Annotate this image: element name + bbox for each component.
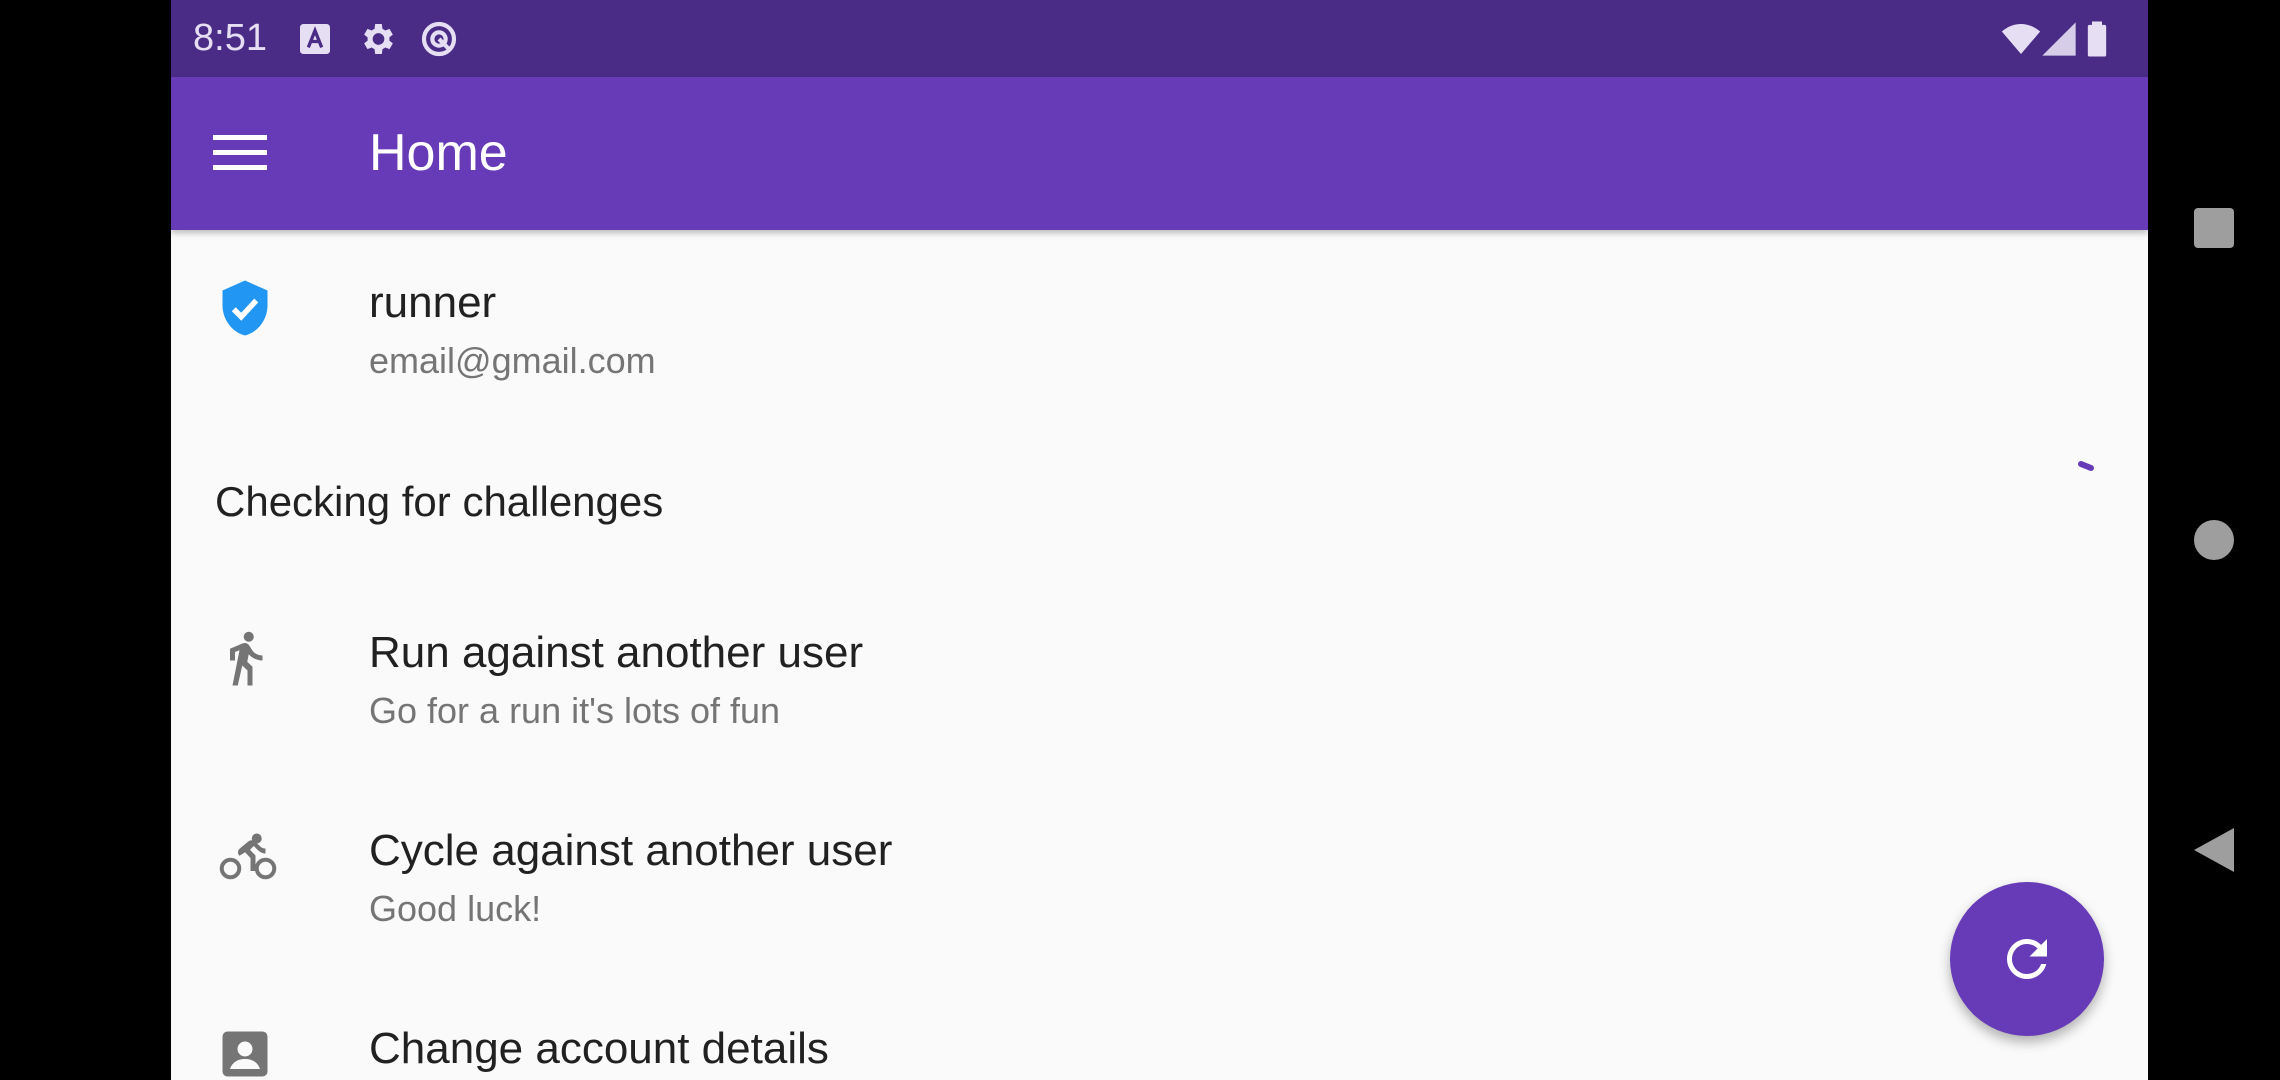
- cellular-icon: [2039, 19, 2079, 59]
- status-time: 8:51: [193, 17, 267, 59]
- menu-button[interactable]: [205, 118, 275, 188]
- loading-spinner: [2051, 442, 2111, 502]
- sync-icon: [419, 19, 459, 59]
- challenge-status-text: Checking for challenges: [215, 478, 664, 525]
- app-screen: 8:51 Home runner email@gmail.com Checkin…: [171, 0, 2148, 1080]
- account-username: runner: [369, 278, 497, 327]
- refresh-icon: [2007, 939, 2047, 979]
- system-nav-bar: [2148, 0, 2280, 1080]
- run-challenge-subtitle: Go for a run it's lots of fun: [369, 690, 781, 731]
- account-box-icon: [215, 1024, 275, 1080]
- cycle-challenge-subtitle: Good luck!: [369, 888, 542, 929]
- home-circle-icon: [2194, 520, 2234, 560]
- home-button[interactable]: [2184, 510, 2244, 570]
- recents-button[interactable]: [2184, 198, 2244, 258]
- account-email: email@gmail.com: [369, 340, 656, 381]
- back-button[interactable]: [2184, 820, 2244, 880]
- page-title: Home: [369, 124, 508, 182]
- change-account-title: Change account details: [369, 1024, 829, 1073]
- status-bar: 8:51: [171, 0, 2148, 77]
- refresh-button[interactable]: [1950, 882, 2104, 1036]
- settings-icon: [357, 19, 397, 59]
- menu-icon: [213, 135, 267, 170]
- battery-icon: [2077, 19, 2117, 59]
- run-challenge-title: Run against another user: [369, 628, 864, 677]
- recents-icon: [2194, 208, 2234, 248]
- back-icon: [2194, 828, 2234, 872]
- verified-shield-icon: [215, 278, 275, 338]
- app-bar: Home: [171, 77, 2148, 230]
- cycle-challenge-title: Cycle against another user: [369, 826, 893, 875]
- bike-icon: [215, 826, 277, 886]
- wifi-icon: [2001, 19, 2041, 59]
- font-icon: [295, 19, 335, 59]
- run-icon: [215, 628, 275, 688]
